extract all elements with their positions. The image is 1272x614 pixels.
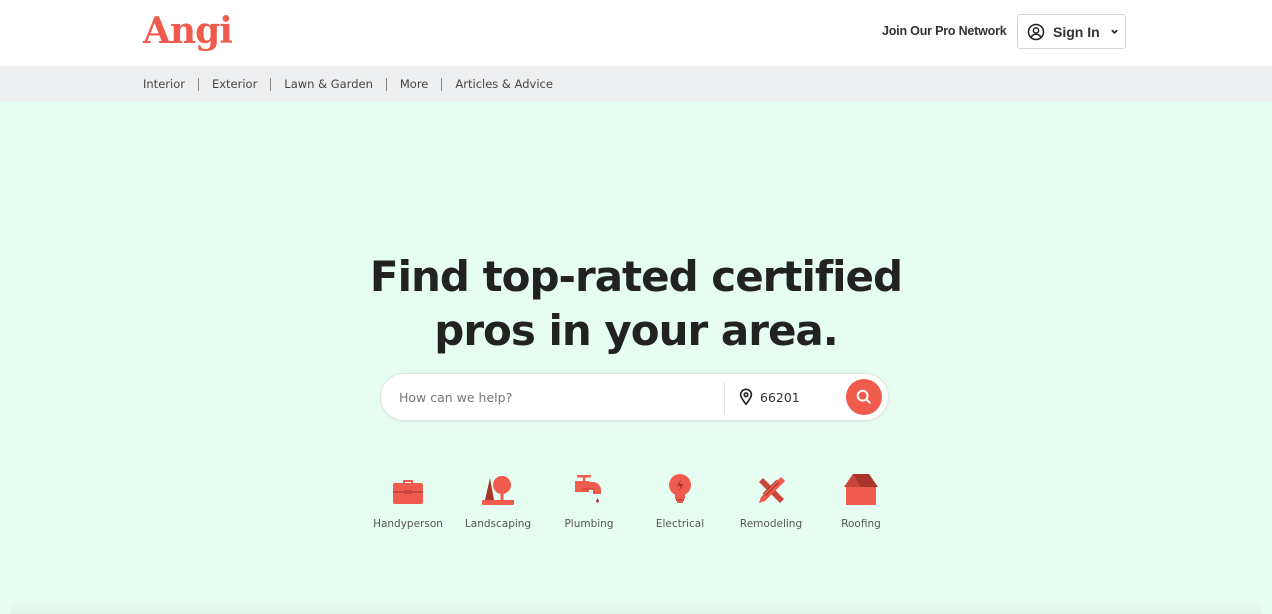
category-label: Landscaping [464, 518, 532, 530]
nav-item-more[interactable]: More [400, 77, 429, 91]
nav-item-exterior[interactable]: Exterior [212, 77, 257, 91]
nav-item-interior[interactable]: Interior [143, 77, 185, 91]
house-roof-icon [844, 474, 878, 505]
lightbulb-icon [669, 474, 691, 503]
toolbox-icon [393, 480, 423, 504]
content-card-edge [10, 600, 1262, 614]
hero-title-line-1: Find top-rated certified [369, 252, 903, 301]
category-label: Plumbing [564, 518, 614, 530]
angi-logo[interactable]: Angi [143, 10, 233, 52]
faucet-icon [575, 475, 601, 503]
service-search-input[interactable] [399, 374, 719, 420]
search-bar [380, 373, 889, 421]
nav-item-articles-advice[interactable]: Articles & Advice [455, 77, 553, 91]
nav-divider [441, 77, 443, 91]
nav-divider [385, 77, 387, 91]
hero-title-line-2: pros in your area. [434, 306, 838, 355]
user-circle-icon [1027, 23, 1045, 40]
trees-icon [482, 476, 514, 505]
nav-divider [197, 77, 199, 91]
category-remodeling[interactable]: Remodeling [726, 470, 816, 530]
sign-in-button[interactable]: Sign In [1017, 14, 1126, 49]
category-electrical[interactable]: Electrical [635, 470, 725, 530]
search-button[interactable] [846, 379, 882, 415]
category-label: Remodeling [739, 518, 803, 530]
site-header: Angi Join Our Pro Network Sign In [0, 0, 1272, 66]
chevron-down-icon [1110, 29, 1118, 34]
category-label: Roofing [841, 518, 881, 530]
nav-divider [270, 77, 272, 91]
category-label: Electrical [655, 518, 705, 530]
ruler-pencil-icon [759, 477, 785, 503]
category-landscaping[interactable]: Landscaping [453, 470, 543, 530]
zip-code-input[interactable] [760, 374, 840, 420]
sign-in-label: Sign In [1053, 23, 1100, 40]
join-pro-network-link[interactable]: Join Our Pro Network [882, 24, 1007, 38]
hero-title: Find top-rated certified pros in your ar… [0, 250, 1272, 358]
category-nav: Interior Exterior Lawn & Garden More Art… [0, 66, 1272, 102]
category-plumbing[interactable]: Plumbing [544, 470, 634, 530]
category-roofing[interactable]: Roofing [816, 470, 906, 530]
location-pin-icon [739, 388, 753, 406]
search-divider [724, 382, 725, 414]
category-handyperson[interactable]: Handyperson [363, 470, 453, 530]
category-label: Handyperson [373, 518, 443, 530]
search-icon [856, 389, 872, 405]
nav-item-lawn-garden[interactable]: Lawn & Garden [284, 77, 373, 91]
